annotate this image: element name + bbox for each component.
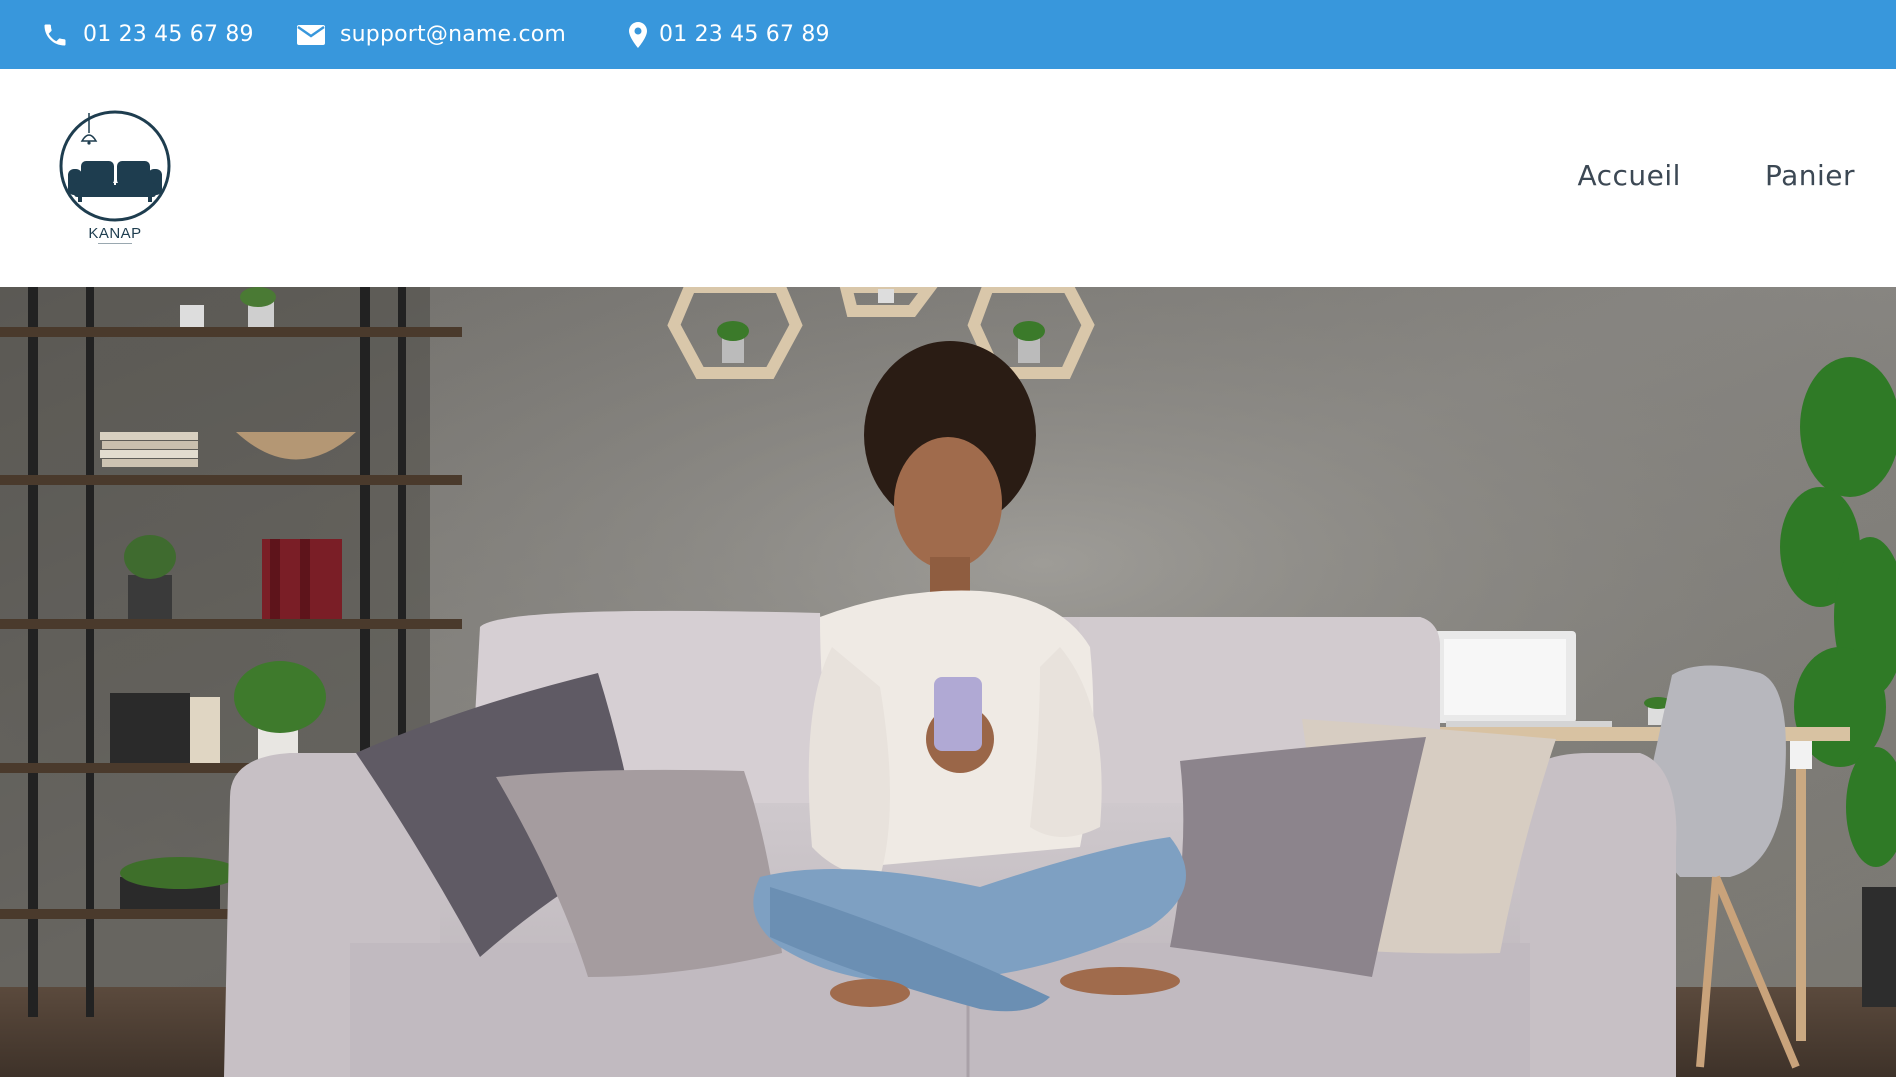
brand-name: KANAP: [88, 225, 142, 242]
nav-link-accueil[interactable]: Accueil: [1577, 159, 1680, 192]
contact-phone[interactable]: 01 23 45 67 89: [41, 0, 254, 69]
main-nav: Accueil Panier: [1577, 159, 1855, 192]
brand-underline: [98, 243, 132, 244]
hero-banner: [0, 287, 1896, 1077]
site-logo[interactable]: KANAP: [56, 107, 174, 247]
map-pin-icon: [629, 21, 647, 48]
phone-icon: [41, 21, 69, 49]
site-header: KANAP Accueil Panier: [0, 69, 1896, 287]
contact-location-text: 01 23 45 67 89: [659, 22, 830, 47]
contact-email-text: support@name.com: [340, 22, 567, 47]
contact-email[interactable]: support@name.com: [296, 0, 566, 69]
nav-link-panier[interactable]: Panier: [1765, 159, 1855, 192]
contact-phone-text: 01 23 45 67 89: [83, 22, 254, 47]
top-contact-bar: 01 23 45 67 89 support@name.com 01 23 45…: [0, 0, 1896, 69]
sofa-logo-icon: [59, 110, 171, 222]
contact-location[interactable]: 01 23 45 67 89: [629, 0, 830, 69]
hero-image: [0, 287, 1896, 1077]
envelope-icon: [296, 23, 326, 47]
